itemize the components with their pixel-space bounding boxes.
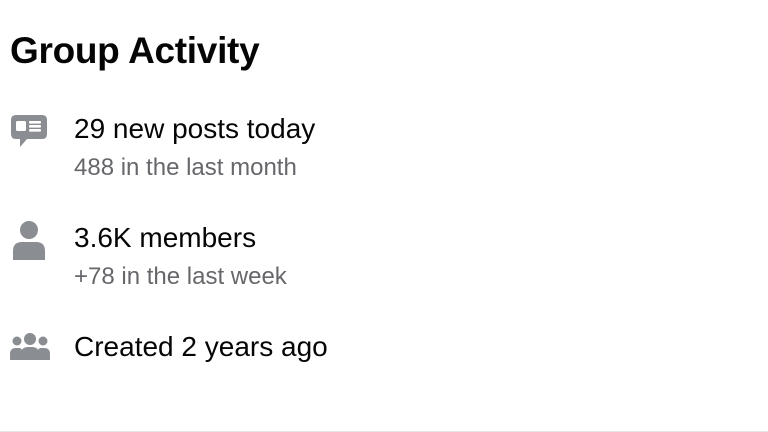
message-icon bbox=[10, 113, 48, 151]
members-week-text: +78 in the last week bbox=[74, 263, 287, 290]
created-date-text: Created 2 years ago bbox=[74, 331, 328, 362]
posts-today-text: 29 new posts today bbox=[74, 113, 316, 144]
person-icon bbox=[10, 220, 48, 260]
section-title: Group Activity bbox=[10, 30, 260, 71]
posts-month-text: 488 in the last month bbox=[74, 154, 297, 181]
group-activity-card: Group Activity 29 new posts today 488 in… bbox=[0, 0, 768, 432]
group-icon bbox=[10, 332, 50, 370]
members-count-text: 3.6K members bbox=[74, 222, 257, 253]
